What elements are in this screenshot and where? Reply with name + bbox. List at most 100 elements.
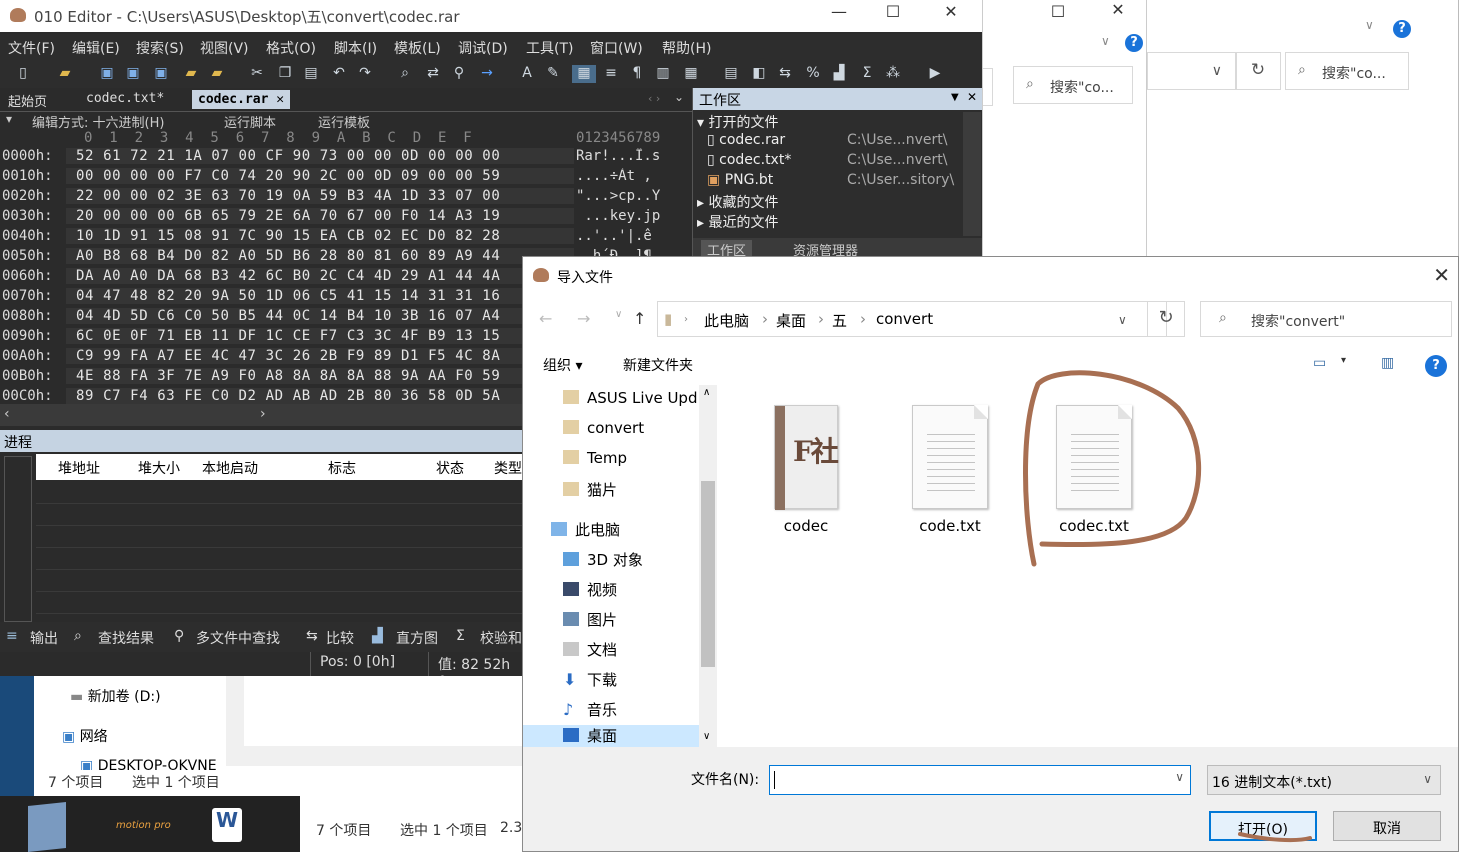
- h-scrollbar[interactable]: [244, 746, 522, 766]
- tab-codec-rar[interactable]: codec.rar ✕: [192, 90, 291, 109]
- hex-ascii[interactable]: ...key.jp: [576, 208, 692, 224]
- pilcrow-icon[interactable]: ¶: [628, 65, 646, 83]
- redo-icon[interactable]: ↷: [356, 65, 374, 83]
- nav-drive-d[interactable]: ▬ 新加卷 (D:): [70, 686, 161, 706]
- menu-debug[interactable]: 调试(D): [458, 38, 508, 58]
- maximize-icon[interactable]: ☐: [1035, 2, 1081, 21]
- tab-workspace[interactable]: 工作区: [701, 240, 753, 256]
- percent-icon[interactable]: %: [804, 65, 822, 83]
- recent-node[interactable]: ▸ 最近的文件: [697, 212, 778, 232]
- nav-temp[interactable]: Temp: [563, 449, 627, 479]
- help-icon[interactable]: ?: [1125, 34, 1143, 52]
- nav-3d-objects[interactable]: 3D 对象: [563, 549, 643, 579]
- compare-icon[interactable]: ⇆: [776, 65, 794, 83]
- hex-row[interactable]: 0040h: 10 1D 91 15 08 91 7C 90 15 EA CB 0…: [0, 228, 692, 248]
- nav-desktop[interactable]: 桌面: [523, 725, 699, 747]
- nav-scrollbar[interactable]: ∧ ∨: [699, 385, 717, 747]
- hex-ascii[interactable]: "...>cp..Y: [576, 188, 692, 204]
- menu-tools[interactable]: 工具(T): [526, 38, 573, 58]
- hex-bytes[interactable]: A0 B8 68 B4 D0 82 A0 5D B6 28 80 81 60 8…: [66, 248, 574, 264]
- word-icon[interactable]: W: [212, 808, 242, 842]
- new-folder-button[interactable]: 新建文件夹: [623, 355, 693, 375]
- breadcrumb-desktop[interactable]: 桌面: [776, 310, 806, 331]
- app-thumbnail-icon[interactable]: [28, 802, 66, 852]
- col-status[interactable]: 状态: [436, 458, 464, 478]
- run-icon[interactable]: ▶: [926, 65, 944, 83]
- minimize-icon[interactable]: —: [816, 2, 862, 21]
- workspace-scrollbar[interactable]: [963, 112, 981, 236]
- highlight-icon[interactable]: ✎: [544, 65, 562, 83]
- forward-icon[interactable]: →: [577, 309, 590, 328]
- tab-histogram[interactable]: 直方图: [396, 628, 438, 648]
- preview-pane-icon[interactable]: ▥: [1381, 355, 1394, 371]
- col-heap-size[interactable]: 堆大小: [138, 458, 180, 478]
- address-bar[interactable]: ▮ › 此电脑 › 桌面 › 五 › convert ∨: [657, 301, 1167, 337]
- save-as-icon[interactable]: ▣: [124, 65, 142, 83]
- font-icon[interactable]: A: [518, 65, 536, 83]
- nav-scrollbar[interactable]: [226, 676, 244, 766]
- menu-edit[interactable]: 编辑(E): [72, 38, 120, 58]
- tab-find-results[interactable]: 查找结果: [98, 628, 154, 648]
- dropdown-button[interactable]: ∨: [1147, 52, 1237, 90]
- hex-mode-icon[interactable]: ▦: [572, 65, 596, 83]
- nav-pictures[interactable]: 图片: [563, 609, 617, 639]
- new-file-icon[interactable]: ▯: [14, 65, 32, 83]
- view-options-icon[interactable]: ▭: [1313, 355, 1326, 371]
- nav-this-pc[interactable]: 此电脑: [551, 519, 620, 549]
- menu-template[interactable]: 模板(L): [394, 38, 441, 58]
- hex-bytes[interactable]: C9 99 FA A7 EE 4C 47 3C 26 2B F9 89 D1 F…: [66, 348, 574, 364]
- close-file-icon[interactable]: ▰: [182, 65, 200, 83]
- tab-start-page[interactable]: 起始页: [8, 91, 47, 110]
- tab-compare[interactable]: 比较: [326, 628, 354, 648]
- nav-videos[interactable]: 视频: [563, 579, 617, 609]
- search-box[interactable]: ⌕ 搜索"co...: [1285, 52, 1409, 90]
- hex-bytes[interactable]: 00 00 00 00 F7 C0 74 20 90 2C 00 0D 09 0…: [66, 168, 574, 184]
- base-convert-icon[interactable]: ⁂: [884, 65, 902, 83]
- file-item-code-txt[interactable]: code.txt: [895, 405, 1005, 535]
- search-box[interactable]: ⌕ 搜索"co...: [1013, 66, 1133, 104]
- file-item-codec[interactable]: F社 codec: [751, 405, 861, 535]
- save-icon[interactable]: ▣: [98, 65, 116, 83]
- undo-icon[interactable]: ↶: [330, 65, 348, 83]
- grid-icon[interactable]: ▦: [682, 65, 700, 83]
- hex-bytes[interactable]: 04 47 48 82 20 9A 50 1D 06 C5 41 15 14 3…: [66, 288, 574, 304]
- find-icon[interactable]: ⌕: [396, 65, 414, 83]
- cancel-button[interactable]: 取消: [1333, 811, 1441, 841]
- up-icon[interactable]: ↑: [633, 309, 646, 328]
- breadcrumb-convert[interactable]: convert: [876, 310, 933, 328]
- close-tab-icon[interactable]: ✕: [276, 92, 284, 107]
- text-mode-icon[interactable]: ≡: [602, 65, 620, 83]
- cut-icon[interactable]: ✂: [248, 65, 266, 83]
- replace-icon[interactable]: ⇄: [424, 65, 442, 83]
- refresh-button[interactable]: ↻: [1235, 52, 1281, 90]
- paste-icon[interactable]: ▤: [302, 65, 320, 83]
- hex-bytes[interactable]: 22 00 00 02 3E 63 70 19 0A 59 B3 4A 1D 3…: [66, 188, 574, 204]
- columns-icon[interactable]: ▥: [654, 65, 672, 83]
- checksum-icon[interactable]: Σ: [858, 65, 876, 83]
- motion-pro-icon[interactable]: motion pro: [116, 820, 171, 831]
- hex-bytes[interactable]: 20 00 00 00 6B 65 79 2E 6A 70 67 00 F0 1…: [66, 208, 574, 224]
- hex-bytes[interactable]: 4E 88 FA 3F 7E A9 F0 A8 8A 8A 8A 88 9A A…: [66, 368, 574, 384]
- tab-codec-txt[interactable]: codec.txt*: [86, 91, 164, 106]
- hex-ascii[interactable]: ..'..'|.ê: [576, 228, 692, 244]
- col-local-start[interactable]: 本地启动: [202, 458, 258, 478]
- refresh-button-fragment[interactable]: [983, 68, 993, 106]
- search-box[interactable]: ⌕ 搜索"convert": [1200, 301, 1452, 337]
- help-icon[interactable]: ?: [1393, 20, 1411, 38]
- open-folder-icon[interactable]: ▰: [56, 65, 74, 83]
- close-all-icon[interactable]: ▰: [208, 65, 226, 83]
- favorites-node[interactable]: ▸ 收藏的文件: [697, 192, 778, 212]
- recent-dropdown-icon[interactable]: ∨: [615, 309, 622, 320]
- col-heap-address[interactable]: 堆地址: [58, 458, 100, 478]
- menu-format[interactable]: 格式(O): [266, 38, 316, 58]
- hex-ascii[interactable]: ....÷Àt ,: [576, 168, 692, 184]
- find-in-files-icon[interactable]: ⚲: [450, 65, 468, 83]
- run-script-dropdown[interactable]: 运行脚本: [224, 112, 276, 131]
- nav-convert[interactable]: convert: [563, 419, 644, 449]
- menu-file[interactable]: 文件(F): [8, 38, 55, 58]
- nav-network[interactable]: ▣ 网络: [62, 726, 108, 746]
- chevron-down-icon[interactable]: ∨: [1175, 770, 1184, 784]
- file-item-codec-txt[interactable]: codec.txt: [1039, 405, 1149, 535]
- save-all-icon[interactable]: ▣: [152, 65, 170, 83]
- scroll-left-icon[interactable]: ‹: [4, 406, 10, 422]
